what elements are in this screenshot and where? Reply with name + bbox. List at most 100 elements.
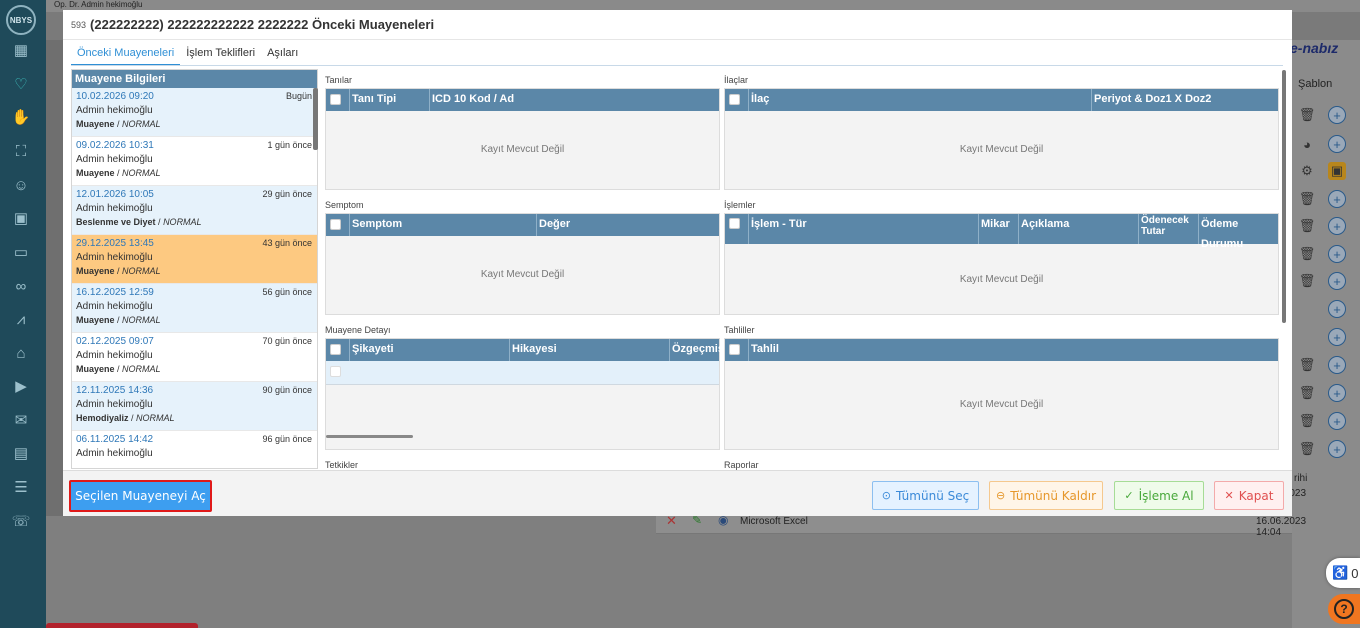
help-widget[interactable]: ?: [1328, 594, 1360, 624]
visit-item[interactable]: 12.11.2025 14:36 90 gün önce Admin hekim…: [72, 382, 317, 431]
add-icon[interactable]: +: [1328, 440, 1346, 458]
dashboard-icon[interactable]: ▦: [11, 40, 31, 60]
previous-visits-modal: 593 (222222222) 222222222222 2222222 Önc…: [63, 10, 1292, 516]
trash-icon[interactable]: 🗑: [1298, 106, 1316, 124]
trash-icon[interactable]: 🗑: [1298, 217, 1316, 235]
trash-icon[interactable]: 🗑: [1298, 272, 1316, 290]
accessibility-widget[interactable]: ♿ 0: [1326, 558, 1360, 588]
add-icon[interactable]: +: [1328, 106, 1346, 124]
add-icon[interactable]: +: [1328, 412, 1346, 430]
col-quantity[interactable]: Mikar: [978, 214, 1018, 244]
glasses-icon[interactable]: ∞: [11, 276, 31, 296]
tab-procedure-offers[interactable]: İşlem Teklifleri: [180, 40, 261, 66]
select-all-button[interactable]: ⊙ Tümünü Seç: [872, 481, 979, 510]
panels-scrollbar[interactable]: [1282, 70, 1286, 323]
close-icon: ✕: [1224, 489, 1234, 502]
process-button[interactable]: ✓ İşleme Al: [1114, 481, 1204, 510]
visit-ago: 90 gün önce: [262, 385, 312, 395]
add-icon[interactable]: +: [1328, 217, 1346, 235]
trash-icon[interactable]: 🗑: [1298, 412, 1316, 430]
add-icon[interactable]: +: [1328, 300, 1346, 318]
select-all-checkbox[interactable]: [729, 344, 740, 355]
col-complaint[interactable]: Şikayeti: [349, 339, 509, 361]
visit-item[interactable]: 09.02.2026 10:31 1 gün önce Admin hekimo…: [72, 137, 317, 186]
nbys-logo[interactable]: NBYS: [6, 5, 36, 35]
visit-item[interactable]: 16.12.2025 12:59 56 gün önce Admin hekim…: [72, 284, 317, 333]
visit-ago: 29 gün önce: [262, 189, 312, 199]
open-selected-visit-button[interactable]: Seçilen Muayeneyi Aç: [69, 480, 212, 512]
sms-icon[interactable]: ✉: [11, 410, 31, 430]
video-icon[interactable]: ▶: [11, 376, 31, 396]
modal-header: 593 (222222222) 222222222222 2222222 Önc…: [63, 10, 1292, 40]
col-drug[interactable]: İlaç: [748, 89, 1091, 111]
col-past-history[interactable]: Özgeçmiş: [669, 339, 724, 361]
table-row[interactable]: [326, 361, 719, 385]
add-icon[interactable]: +: [1328, 135, 1346, 153]
add-icon[interactable]: +: [1328, 272, 1346, 290]
bg-file-name: Microsoft Excel: [740, 516, 808, 527]
sliders-icon[interactable]: ☰: [11, 477, 31, 497]
col-symptom[interactable]: Semptom: [349, 214, 536, 236]
visit-item[interactable]: 12.01.2026 10:05 29 gün önce Admin hekim…: [72, 186, 317, 235]
add-icon[interactable]: +: [1328, 190, 1346, 208]
visit-item-selected[interactable]: 29.12.2025 13:45 43 gün önce Admin hekim…: [72, 235, 317, 284]
money-icon[interactable]: ▭: [11, 242, 31, 262]
visit-doctor: Admin hekimoğlu: [76, 448, 153, 459]
user-icon[interactable]: ☺: [11, 175, 31, 195]
add-icon[interactable]: +: [1328, 245, 1346, 263]
select-all-checkbox[interactable]: [729, 218, 740, 229]
bottom-red-tab[interactable]: [46, 623, 198, 628]
trash-icon[interactable]: 🗑: [1298, 440, 1316, 458]
calendar-icon[interactable]: ▣: [11, 208, 31, 228]
chart-icon[interactable]: ⩘: [11, 309, 31, 329]
close-button[interactable]: ✕ Kapat: [1214, 481, 1284, 510]
trash-icon[interactable]: 🗑: [1298, 356, 1316, 374]
trash-icon[interactable]: 🗑: [1298, 245, 1316, 263]
tests-label: Tetkikler: [325, 460, 359, 470]
check-circle-icon: ⊙: [881, 489, 891, 502]
pie-icon[interactable]: ◕: [1298, 135, 1316, 153]
row-checkbox[interactable]: [330, 366, 341, 377]
scan-icon[interactable]: ⛶: [11, 141, 31, 161]
visit-item[interactable]: 10.02.2026 09:20 Bugün Admin hekimoğlu M…: [72, 88, 317, 137]
visit-item[interactable]: 06.11.2025 14:42 96 gün önce Admin hekim…: [72, 431, 317, 468]
add-icon[interactable]: +: [1328, 356, 1346, 374]
symptoms-label: Semptom: [325, 200, 364, 210]
procedures-label: İşlemler: [724, 200, 756, 210]
visit-type: Muayene: [76, 364, 115, 374]
tab-vaccines[interactable]: Aşıları: [261, 40, 304, 66]
horizontal-scrollbar[interactable]: [326, 435, 413, 438]
save-icon[interactable]: ▣: [1328, 162, 1346, 180]
template-dropdown[interactable]: Şablon: [1298, 78, 1332, 90]
select-all-checkbox[interactable]: [330, 94, 341, 105]
select-all-checkbox[interactable]: [330, 344, 341, 355]
tab-previous-visits[interactable]: Önceki Muayeneleri: [71, 40, 181, 66]
add-icon[interactable]: +: [1328, 328, 1346, 346]
gear-icon[interactable]: ⚙: [1298, 162, 1316, 180]
trash-icon[interactable]: 🗑: [1298, 190, 1316, 208]
stethoscope-icon[interactable]: ♡: [11, 74, 31, 94]
col-dosage[interactable]: Periyot & Doz1 X Doz2: [1091, 89, 1279, 111]
hand-icon[interactable]: ✋: [11, 107, 31, 127]
visit-list-scrollbar[interactable]: [313, 88, 318, 150]
visit-item[interactable]: 02.12.2025 09:07 70 gün önce Admin hekim…: [72, 333, 317, 382]
add-icon[interactable]: +: [1328, 384, 1346, 402]
col-value[interactable]: Değer: [536, 214, 719, 236]
col-icd10[interactable]: ICD 10 Kod / Ad: [429, 89, 719, 111]
col-history[interactable]: Hikayesi: [509, 339, 669, 361]
clear-all-button[interactable]: ⊖ Tümünü Kaldır: [989, 481, 1103, 510]
col-description[interactable]: Açıklama: [1018, 214, 1138, 244]
trash-icon[interactable]: 🗑: [1298, 384, 1316, 402]
col-payment-status[interactable]: Ödeme Durumu: [1198, 214, 1279, 250]
col-amount-due[interactable]: Ödenecek Tutar: [1138, 214, 1198, 244]
col-procedure-type[interactable]: İşlem - Tür: [748, 214, 978, 244]
col-diagnosis-type[interactable]: Tanı Tipi: [349, 89, 429, 111]
select-all-checkbox[interactable]: [729, 94, 740, 105]
drugs-grid: İlaç Periyot & Doz1 X Doz2 Kayıt Mevcut …: [724, 88, 1279, 190]
select-all-checkbox[interactable]: [330, 219, 341, 230]
chat-icon[interactable]: ☏: [11, 511, 31, 531]
col-analysis[interactable]: Tahlil: [748, 339, 1279, 361]
visit-list[interactable]: Muayene Bilgileri 10.02.2026 09:20 Bugün…: [71, 69, 318, 469]
book-icon[interactable]: ▤: [11, 443, 31, 463]
tag-icon[interactable]: ⌂: [11, 343, 31, 363]
